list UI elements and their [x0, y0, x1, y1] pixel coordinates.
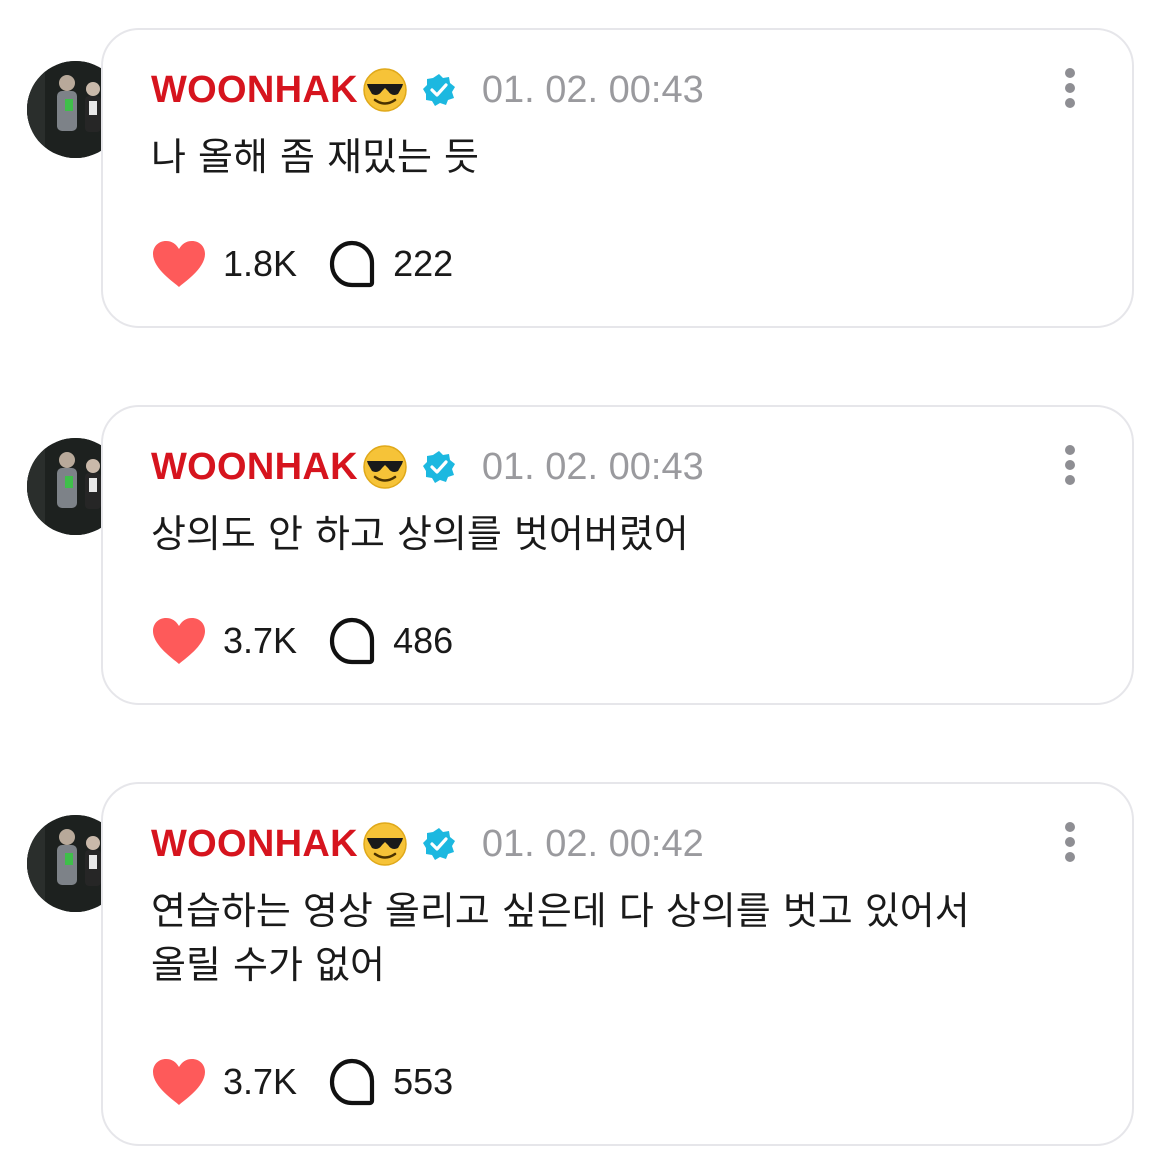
comment-bubble-icon — [327, 616, 377, 666]
post-timestamp: 01. 02. 00:42 — [481, 822, 704, 865]
like-count: 3.7K — [223, 620, 298, 661]
comment-count: 222 — [393, 243, 454, 284]
verified-badge-icon — [422, 73, 456, 107]
username[interactable]: WOONHAK — [151, 823, 358, 866]
comment-bubble-icon — [327, 239, 377, 289]
heart-icon — [151, 1057, 207, 1107]
post-header: WOONHAK 01. 02. 00:42 — [151, 818, 704, 870]
like-button[interactable]: 3.7K — [151, 1057, 297, 1107]
post-actions: 1.8K 222 — [151, 236, 453, 292]
post-actions: 3.7K 486 — [151, 613, 453, 669]
username[interactable]: WOONHAK — [151, 69, 358, 112]
comment-button[interactable]: 222 — [327, 239, 453, 289]
comment-button[interactable]: 486 — [327, 616, 453, 666]
more-vertical-icon[interactable] — [1064, 822, 1076, 862]
verified-badge-icon — [422, 450, 456, 484]
heart-icon — [151, 239, 207, 289]
sunglasses-emoji-icon — [362, 67, 408, 113]
more-vertical-icon[interactable] — [1064, 68, 1076, 108]
post-text: 상의도 안 하고 상의를 벗어버렸어 — [151, 512, 689, 556]
heart-icon — [151, 616, 207, 666]
comment-count: 553 — [393, 1061, 454, 1102]
verified-badge-icon — [422, 827, 456, 861]
post-text: 연습하는 영상 올리고 싶은데 다 상의를 벗고 있어서 올릴 수가 없어 — [151, 889, 970, 987]
sunglasses-emoji-icon — [362, 444, 408, 490]
post-header: WOONHAK 01. 02. 00:43 — [151, 441, 704, 493]
like-button[interactable]: 1.8K — [151, 239, 297, 289]
post-timestamp: 01. 02. 00:43 — [481, 68, 704, 111]
like-button[interactable]: 3.7K — [151, 616, 297, 666]
username[interactable]: WOONHAK — [151, 446, 358, 489]
post-header: WOONHAK 01. 02. 00:43 — [151, 64, 704, 116]
comment-button[interactable]: 553 — [327, 1057, 453, 1107]
more-vertical-icon[interactable] — [1064, 445, 1076, 485]
comment-bubble-icon — [327, 1057, 377, 1107]
comment-count: 486 — [393, 620, 454, 661]
post-card[interactable]: WOONHAK 01. 02. 00:42 연습하는 영상 올리고 싶은데 다 … — [101, 782, 1134, 1146]
post-text: 나 올해 좀 재밌는 듯 — [151, 135, 479, 179]
post-timestamp: 01. 02. 00:43 — [481, 445, 704, 488]
like-count: 1.8K — [223, 243, 298, 284]
sunglasses-emoji-icon — [362, 821, 408, 867]
post-card[interactable]: WOONHAK 01. 02. 00:43 상의도 안 하고 상의를 벗어버렸어… — [101, 405, 1134, 705]
like-count: 3.7K — [223, 1061, 298, 1102]
post-card[interactable]: WOONHAK 01. 02. 00:43 나 올해 좀 재밌는 듯 1.8K … — [101, 28, 1134, 328]
post-actions: 3.7K 553 — [151, 1054, 453, 1110]
